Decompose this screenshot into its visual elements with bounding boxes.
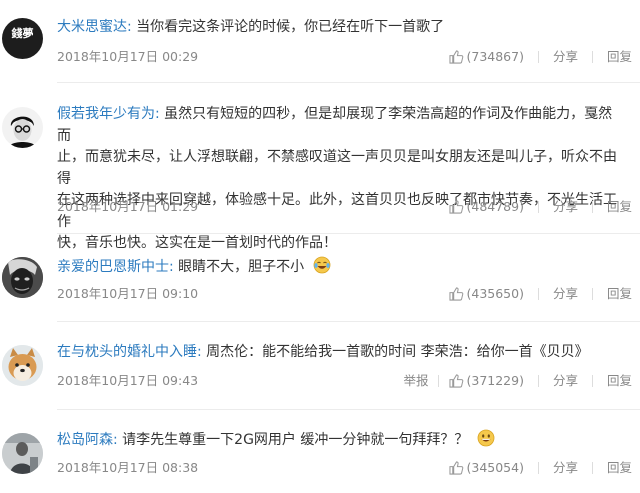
grinning-emoji-icon [477,429,495,447]
comment-username[interactable]: 大米思蜜达: [57,19,132,35]
comment-username[interactable]: 亲爱的巴恩斯中士: [57,259,174,275]
comment-username[interactable]: 松岛阿森: [57,432,118,448]
comment-text: 亲爱的巴恩斯中士: 眼睛不大，胆子不小 [57,256,626,279]
comment-body-line: 快，音乐也快。这实在是一首划时代的作品！ [57,235,337,251]
like-button[interactable]: (734867) [449,47,524,67]
thumbs-up-icon [449,50,464,64]
action-divider [537,201,539,213]
comment-body: 当你看完这条评论的时候，你已经在听下一首歌了 [136,19,445,35]
reply-button[interactable]: 回复 [607,371,632,391]
action-divider [591,201,593,213]
comment-text: 假若我年少有为: 虽然只有短短的四秒，但是却展现了李荣浩高超的作词及作曲能力，戛… [57,104,626,255]
share-button[interactable]: 分享 [553,197,578,217]
action-divider [438,375,440,387]
comment-meta: 2018年10月17日 01:29 (484789) 分享 回复 [57,197,632,217]
comment-divider [57,233,640,234]
like-count: (734867) [466,49,524,64]
like-count: (484789) [466,199,524,214]
like-button[interactable]: (435650) [449,284,524,304]
comment-username[interactable]: 在与枕头的婚礼中入睡: [57,344,202,360]
user-avatar[interactable]: 錢夢 [2,18,43,59]
reply-button[interactable]: 回复 [607,458,632,478]
comment-time: 2018年10月17日 01:29 [57,199,199,214]
comment-time: 2018年10月17日 00:29 [57,49,199,64]
reply-button[interactable]: 回复 [607,47,632,67]
thumbs-up-icon [449,374,464,388]
like-count: (371229) [466,373,524,388]
comment-actions: (345054) 分享 回复 [449,458,632,478]
comment-username[interactable]: 假若我年少有为: [57,106,160,122]
comment-actions: (734867) 分享 回复 [449,47,632,67]
share-button[interactable]: 分享 [553,284,578,304]
comment-text: 松岛阿森: 请李先生尊重一下2G网用户 缓冲一分钟就一句拜拜？？ [57,429,626,452]
comment-divider [57,321,640,322]
reply-button[interactable]: 回复 [607,284,632,304]
comment-meta: 2018年10月17日 09:10 (435650) 分享 回复 [57,284,632,304]
reply-button[interactable]: 回复 [607,197,632,217]
comment-divider [57,82,640,83]
action-divider [537,51,539,63]
like-count: (345054) [466,460,524,475]
comment-body: 请李先生尊重一下2G网用户 缓冲一分钟就一句拜拜？？ [122,432,469,448]
like-button[interactable]: (371229) [449,371,524,391]
comment-body: 周杰伦：能不能给我一首歌的时间 李荣浩：给你一首《贝贝》 [206,344,589,360]
user-avatar[interactable] [2,257,43,298]
thumbs-up-icon [449,461,464,475]
user-avatar[interactable] [2,433,43,474]
avatar-calligraphy: 錢夢 [12,26,34,40]
action-divider [591,462,593,474]
comment-text: 大米思蜜达: 当你看完这条评论的时候，你已经在听下一首歌了 [57,17,626,39]
comment-body: 眼睛不大，胆子不小 [178,259,305,275]
share-button[interactable]: 分享 [553,458,578,478]
like-count: (435650) [466,286,524,301]
comment-meta: 2018年10月17日 09:43 举报 (371229) 分享 回复 [57,371,632,391]
comment-time: 2018年10月17日 08:38 [57,460,199,475]
comment-body-line: 止，而意犹未尽，让人浮想联翩，不禁感叹道这一声贝贝是叫女朋友还是叫儿子，听众不由… [57,149,617,187]
thumbs-up-icon [449,200,464,214]
like-button[interactable]: (345054) [449,458,524,478]
comment-meta: 2018年10月17日 08:38 (345054) 分享 回复 [57,458,632,478]
comment-divider [57,409,640,410]
report-button[interactable]: 举报 [403,371,428,391]
share-button[interactable]: 分享 [553,371,578,391]
action-divider [591,375,593,387]
comment-meta: 2018年10月17日 00:29 (734867) 分享 回复 [57,47,632,67]
action-divider [537,375,539,387]
action-divider [537,288,539,300]
user-avatar[interactable] [2,345,43,386]
comment-actions: 举报 (371229) 分享 回复 [403,371,632,391]
comment-time: 2018年10月17日 09:43 [57,373,199,388]
action-divider [591,51,593,63]
comment-text: 在与枕头的婚礼中入睡: 周杰伦：能不能给我一首歌的时间 李荣浩：给你一首《贝贝》 [57,342,626,364]
thumbs-up-icon [449,287,464,301]
action-divider [591,288,593,300]
like-button[interactable]: (484789) [449,197,524,217]
user-avatar[interactable] [2,107,43,148]
share-button[interactable]: 分享 [553,47,578,67]
action-divider [537,462,539,474]
comment-time: 2018年10月17日 09:10 [57,286,199,301]
laughing-tears-emoji-icon [313,256,331,274]
comment-actions: (484789) 分享 回复 [449,197,632,217]
comment-actions: (435650) 分享 回复 [449,284,632,304]
comment-list: 錢夢 大米思蜜达: 当你看完这条评论的时候，你已经在听下一首歌了 2018年10… [0,0,640,493]
